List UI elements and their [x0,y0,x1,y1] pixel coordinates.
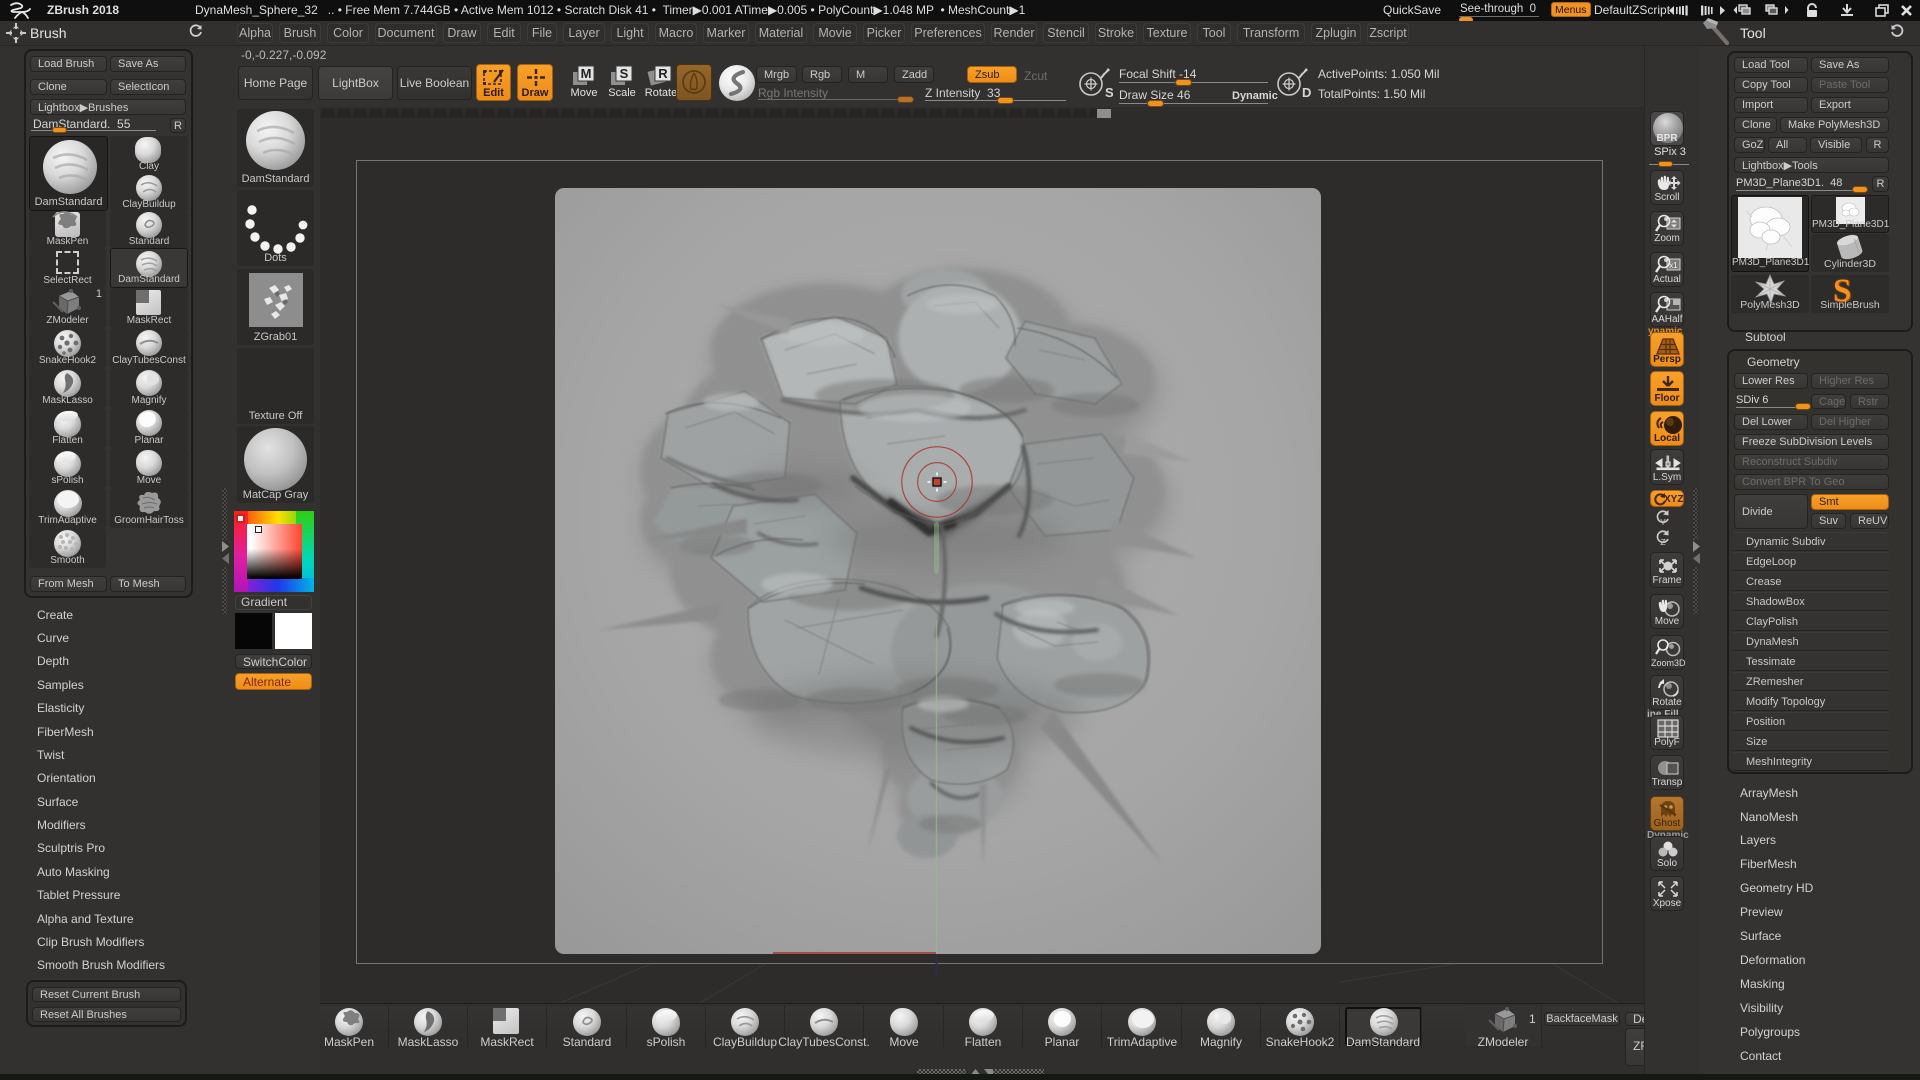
svg-text:S: S [1105,85,1113,100]
svg-text:Y: Y [1660,517,1666,526]
svg-text:M: M [581,66,592,81]
svg-text:x1: x1 [1669,261,1678,270]
svg-text:S: S [620,66,629,81]
svg-text:R: R [658,66,668,81]
svg-text:Z: Z [1660,537,1665,546]
svg-text:D: D [1302,85,1311,100]
